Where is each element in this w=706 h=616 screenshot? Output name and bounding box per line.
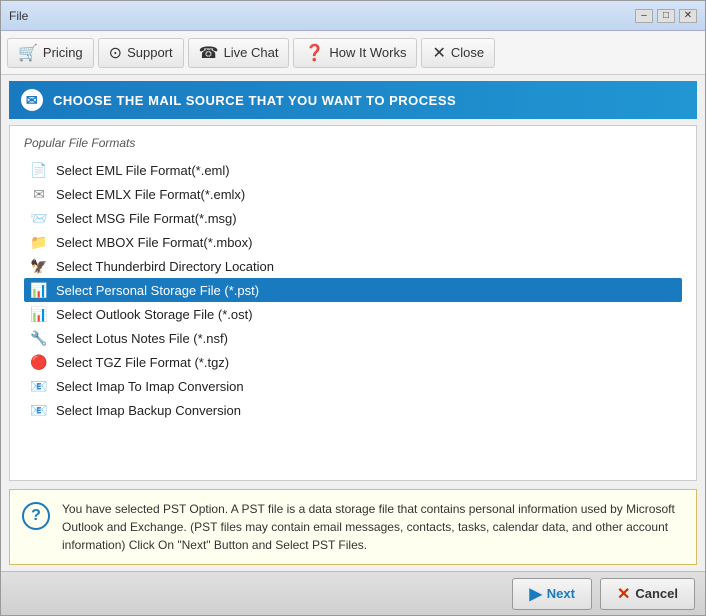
list-item[interactable]: 📊 Select Outlook Storage File (*.ost) xyxy=(24,302,682,326)
list-item[interactable]: ✉ Select EMLX File Format(*.emlx) xyxy=(24,182,682,206)
live-chat-label: Live Chat xyxy=(224,45,279,60)
next-label: Next xyxy=(547,586,575,601)
imap-label: Select Imap To Imap Conversion xyxy=(56,379,244,394)
ost-label: Select Outlook Storage File (*.ost) xyxy=(56,307,253,322)
emlx-icon: ✉ xyxy=(30,185,48,203)
imap-backup-label: Select Imap Backup Conversion xyxy=(56,403,241,418)
list-item[interactable]: 📧 Select Imap To Imap Conversion xyxy=(24,374,682,398)
emlx-label: Select EMLX File Format(*.emlx) xyxy=(56,187,245,202)
tgz-label: Select TGZ File Format (*.tgz) xyxy=(56,355,229,370)
section-header: ✉ CHOOSE THE MAIL SOURCE THAT YOU WANT T… xyxy=(9,81,697,119)
next-icon: ▶ xyxy=(529,584,541,604)
phone-icon: ☎ xyxy=(199,43,219,63)
lotus-label: Select Lotus Notes File (*.nsf) xyxy=(56,331,228,346)
close-label: Close xyxy=(451,45,484,60)
info-box: ? You have selected PST Option. A PST fi… xyxy=(9,489,697,565)
thunderbird-label: Select Thunderbird Directory Location xyxy=(56,259,274,274)
close-toolbar-button[interactable]: ✕ Close xyxy=(421,38,495,68)
window-controls: – □ ✕ xyxy=(635,9,697,23)
list-item[interactable]: 🔧 Select Lotus Notes File (*.nsf) xyxy=(24,326,682,350)
thunderbird-icon: 🦅 xyxy=(30,257,48,275)
imap-backup-icon: 📧 xyxy=(30,401,48,419)
how-it-works-label: How It Works xyxy=(329,45,406,60)
minimize-button[interactable]: – xyxy=(635,9,653,23)
format-list: 📄 Select EML File Format(*.eml) ✉ Select… xyxy=(24,158,682,422)
maximize-button[interactable]: □ xyxy=(657,9,675,23)
how-it-works-button[interactable]: ❓ How It Works xyxy=(293,38,417,68)
imap-icon: 📧 xyxy=(30,377,48,395)
tgz-icon: 🔴 xyxy=(30,353,48,371)
list-item[interactable]: 📧 Select Imap Backup Conversion xyxy=(24,398,682,422)
support-label: Support xyxy=(127,45,173,60)
list-item[interactable]: 🔴 Select TGZ File Format (*.tgz) xyxy=(24,350,682,374)
mail-icon: ✉ xyxy=(21,89,43,111)
toolbar: 🛒 Pricing ⊙ Support ☎ Live Chat ❓ How It… xyxy=(1,31,705,75)
close-button[interactable]: ✕ xyxy=(679,9,697,23)
eml-icon: 📄 xyxy=(30,161,48,179)
cancel-button[interactable]: ✕ Cancel xyxy=(600,578,695,610)
pst-icon: 📊 xyxy=(30,281,48,299)
next-button[interactable]: ▶ Next xyxy=(512,578,592,610)
list-item-pst[interactable]: 📊 Select Personal Storage File (*.pst) xyxy=(24,278,682,302)
support-icon: ⊙ xyxy=(109,43,122,63)
format-label: Popular File Formats xyxy=(24,136,682,150)
mbox-icon: 📁 xyxy=(30,233,48,251)
info-icon: ? xyxy=(22,502,50,530)
main-content: Popular File Formats 📄 Select EML File F… xyxy=(1,119,705,481)
cancel-icon: ✕ xyxy=(617,584,630,604)
msg-label: Select MSG File Format(*.msg) xyxy=(56,211,237,226)
cancel-label: Cancel xyxy=(635,586,678,601)
lotus-icon: 🔧 xyxy=(30,329,48,347)
list-item[interactable]: 📨 Select MSG File Format(*.msg) xyxy=(24,206,682,230)
list-item[interactable]: 🦅 Select Thunderbird Directory Location xyxy=(24,254,682,278)
pricing-button[interactable]: 🛒 Pricing xyxy=(7,38,94,68)
footer: ▶ Next ✕ Cancel xyxy=(1,571,705,615)
pricing-icon: 🛒 xyxy=(18,43,38,63)
question-icon: ❓ xyxy=(304,43,324,63)
info-text: You have selected PST Option. A PST file… xyxy=(62,500,684,554)
list-item[interactable]: 📁 Select MBOX File Format(*.mbox) xyxy=(24,230,682,254)
app-window: File – □ ✕ 🛒 Pricing ⊙ Support ☎ Live Ch… xyxy=(0,0,706,616)
window-title: File xyxy=(9,9,28,23)
pricing-label: Pricing xyxy=(43,45,83,60)
eml-label: Select EML File Format(*.eml) xyxy=(56,163,230,178)
mbox-label: Select MBOX File Format(*.mbox) xyxy=(56,235,253,250)
close-x-icon: ✕ xyxy=(432,43,445,63)
format-box: Popular File Formats 📄 Select EML File F… xyxy=(9,125,697,481)
support-button[interactable]: ⊙ Support xyxy=(98,38,184,68)
pst-label: Select Personal Storage File (*.pst) xyxy=(56,283,259,298)
section-title: CHOOSE THE MAIL SOURCE THAT YOU WANT TO … xyxy=(53,93,456,108)
list-item[interactable]: 📄 Select EML File Format(*.eml) xyxy=(24,158,682,182)
ost-icon: 📊 xyxy=(30,305,48,323)
live-chat-button[interactable]: ☎ Live Chat xyxy=(188,38,290,68)
title-bar: File – □ ✕ xyxy=(1,1,705,31)
msg-icon: 📨 xyxy=(30,209,48,227)
